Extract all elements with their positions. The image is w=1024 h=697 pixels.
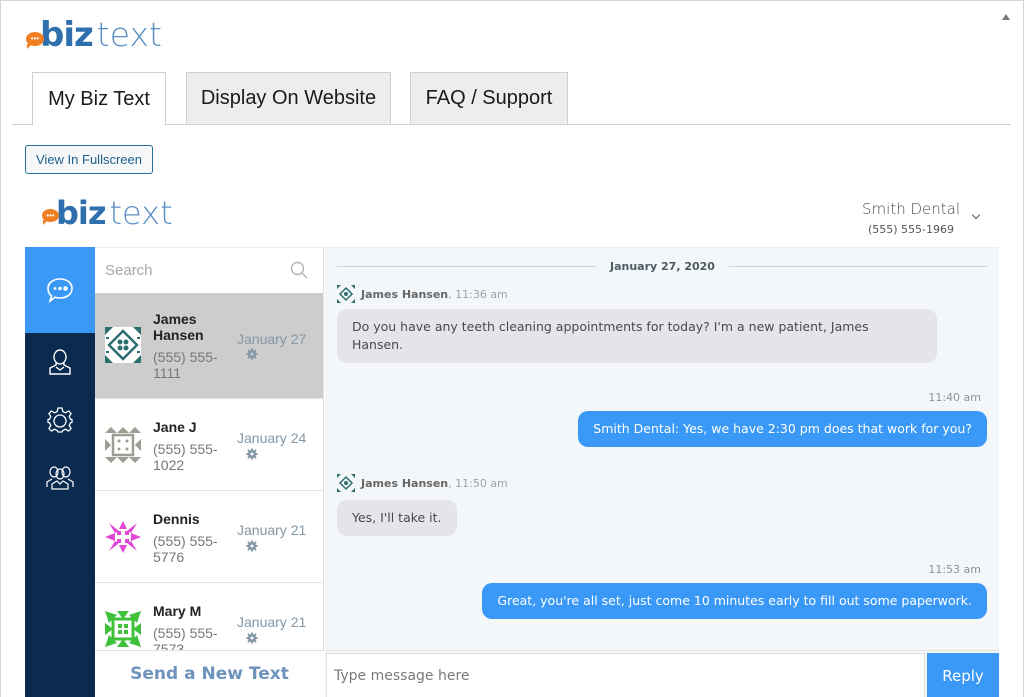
contact-item[interactable]: James Hansen (555) 555-1111 January 27	[95, 293, 323, 399]
date-separator: January 27, 2020	[337, 258, 987, 274]
contact-date: January 24	[237, 430, 307, 446]
incoming-message: Do you have any teeth cleaning appointme…	[337, 309, 937, 363]
date-separator-label: January 27, 2020	[610, 259, 715, 273]
nav-settings[interactable]	[25, 391, 95, 449]
contact-phone: (555) 555-5776	[153, 533, 218, 565]
gear-icon	[47, 407, 73, 433]
tab-my-biz-text[interactable]: My Biz Text	[32, 72, 166, 126]
logo-text: text	[109, 194, 173, 232]
contact-phone: (555) 555-7573	[153, 625, 218, 650]
view-in-fullscreen-button[interactable]: View In Fullscreen	[25, 145, 153, 174]
account-phone: (555) 555-1969	[867, 223, 955, 236]
side-nav	[25, 247, 95, 697]
outgoing-message: Great, you're all set, just come 10 minu…	[482, 583, 987, 619]
gear-icon[interactable]	[246, 632, 258, 644]
send-new-text-button[interactable]: Send a New Text	[95, 650, 324, 697]
divider	[728, 265, 987, 267]
message-time: , 11:50 am	[448, 476, 508, 490]
gear-icon[interactable]	[246, 540, 258, 552]
divider	[337, 265, 596, 267]
identicon-avatar	[105, 611, 141, 647]
identicon-avatar	[337, 474, 355, 492]
contact-name: James Hansen	[153, 311, 204, 343]
gear-icon[interactable]	[246, 348, 258, 360]
contact-phone: (555) 555-1022	[153, 441, 218, 473]
message-composer: Reply	[325, 650, 999, 697]
account-name: Smith Dental	[862, 200, 960, 218]
message-sender: James Hansen , 11:36 am	[337, 285, 508, 303]
identicon-avatar	[105, 327, 141, 363]
gear-icon[interactable]	[246, 448, 258, 460]
nav-messages[interactable]	[25, 247, 95, 333]
message-time: 11:40 am	[928, 391, 981, 404]
identicon-avatar	[337, 285, 355, 303]
contact-date: January 21	[237, 614, 307, 630]
message-time: 11:53 am	[928, 563, 981, 576]
sender-name: James Hansen	[361, 476, 449, 490]
contact-item[interactable]: Mary M (555) 555-7573 January 21	[95, 583, 323, 650]
chat-bubble-icon	[47, 278, 73, 304]
app-biz-text-logo: ••• biz text	[42, 193, 173, 229]
account-selector[interactable]: Smith Dental (555) 555-1969	[862, 200, 960, 236]
user-icon	[49, 349, 71, 375]
messaging-app: James Hansen (555) 555-1111 January 27 J…	[25, 247, 999, 697]
outgoing-message: Smith Dental: Yes, we have 2:30 pm does …	[578, 411, 987, 447]
chat-bubble-logo-icon: •••	[42, 209, 59, 225]
search-icon[interactable]	[290, 261, 308, 279]
group-icon	[46, 466, 74, 490]
message-sender: James Hansen , 11:50 am	[337, 474, 508, 492]
chat-thread: January 27, 2020 James Hansen , 11:36 am…	[325, 247, 999, 650]
contact-date: January 27	[237, 331, 307, 347]
nav-groups[interactable]	[25, 449, 95, 507]
contact-name: Dennis	[153, 511, 200, 527]
tab-display-on-website[interactable]: Display On Website	[186, 72, 391, 125]
identicon-avatar	[105, 521, 141, 553]
message-input[interactable]	[326, 653, 925, 697]
logo-text: text	[96, 15, 162, 54]
tab-bar: My Biz Text Display On Website FAQ / Sup…	[12, 72, 1011, 126]
contact-date: January 21	[237, 522, 307, 538]
tab-faq-support[interactable]: FAQ / Support	[410, 72, 568, 125]
reply-button[interactable]: Reply	[927, 653, 999, 697]
incoming-message: Yes, I'll take it.	[337, 500, 457, 536]
contact-name: Mary M	[153, 603, 202, 619]
nav-contacts[interactable]	[25, 333, 95, 391]
contact-item[interactable]: Jane J (555) 555-1022 January 24	[95, 399, 323, 491]
contact-item[interactable]: Dennis (555) 555-5776 January 21	[95, 491, 323, 583]
biz-text-logo: ••• biz text	[26, 14, 162, 52]
sender-name: James Hansen	[361, 287, 449, 301]
scroll-up-arrow-icon[interactable]	[1002, 14, 1010, 20]
contact-phone: (555) 555-1111	[153, 349, 218, 381]
identicon-avatar	[105, 427, 141, 463]
contact-name: Jane J	[153, 419, 197, 435]
chat-bubble-logo-icon: •••	[26, 32, 44, 49]
search-input[interactable]	[105, 258, 285, 282]
search-bar	[95, 247, 323, 293]
message-time: , 11:36 am	[448, 287, 508, 301]
conversation-list: James Hansen (555) 555-1111 January 27 J…	[95, 247, 324, 650]
